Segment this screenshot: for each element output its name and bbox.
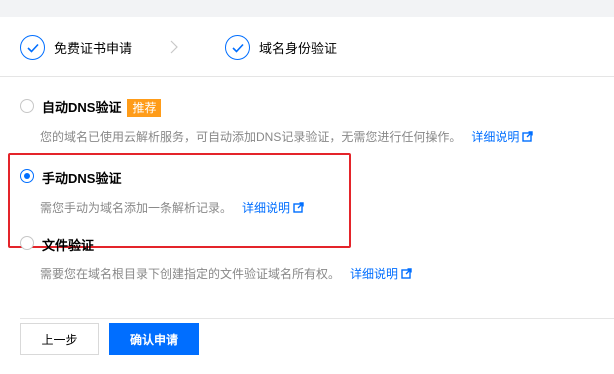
option-auto-dns-title: 自动DNS验证 推荐 [42, 97, 162, 117]
check-icon [225, 35, 250, 60]
detail-link-manual-dns[interactable]: 详细说明 [242, 201, 304, 215]
divider [20, 318, 614, 319]
step-1: 免费证书申请 [20, 35, 132, 60]
detail-link-text: 详细说明 [471, 130, 520, 144]
external-link-icon [293, 202, 304, 216]
detail-link-auto-dns[interactable]: 详细说明 [471, 130, 534, 145]
radio-file[interactable] [20, 236, 34, 250]
detail-link-file[interactable]: 详细说明 [350, 267, 412, 281]
detail-link-text: 详细说明 [350, 267, 399, 281]
option-manual-dns-desc-text: 需您手动为域名添加一条解析记录。 [40, 201, 233, 215]
option-file-desc: 需要您在域名根目录下创建指定的文件验证域名所有权。 详细说明 [40, 265, 412, 282]
step-2-label: 域名身份验证 [259, 41, 338, 56]
option-manual-dns-desc: 需您手动为域名添加一条解析记录。 详细说明 [40, 199, 304, 216]
option-auto-dns-desc: 您的域名已使用云解析服务，可自动添加DNS记录验证，无需您进行任何操作。 详细说明 [40, 128, 534, 145]
option-file-title: 文件验证 [42, 238, 95, 253]
option-auto-dns-label: 自动DNS验证 [42, 100, 122, 115]
detail-link-text: 详细说明 [242, 201, 291, 215]
external-link-icon [401, 268, 412, 282]
option-manual-dns-title: 手动DNS验证 [42, 171, 122, 186]
recommend-badge: 推荐 [127, 99, 162, 117]
steps-bar: 免费证书申请 域名身份验证 [0, 17, 614, 77]
option-auto-dns-desc-text: 您的域名已使用云解析服务，可自动添加DNS记录验证，无需您进行任何操作。 [40, 130, 462, 144]
verification-card: 免费证书申请 域名身份验证 自动DNS验证 推荐 您的域名已使用云解析服务，可自动… [0, 17, 614, 374]
radio-manual-dns[interactable] [20, 169, 34, 183]
radio-auto-dns[interactable] [20, 99, 34, 113]
chevron-right-icon [170, 40, 178, 59]
prev-step-button[interactable]: 上一步 [20, 323, 99, 355]
step-2: 域名身份验证 [225, 35, 337, 60]
external-link-icon [522, 131, 534, 145]
confirm-apply-button[interactable]: 确认申请 [109, 323, 199, 355]
check-icon [20, 35, 45, 60]
step-1-label: 免费证书申请 [54, 41, 133, 56]
option-file-desc-text: 需要您在域名根目录下创建指定的文件验证域名所有权。 [40, 267, 341, 281]
